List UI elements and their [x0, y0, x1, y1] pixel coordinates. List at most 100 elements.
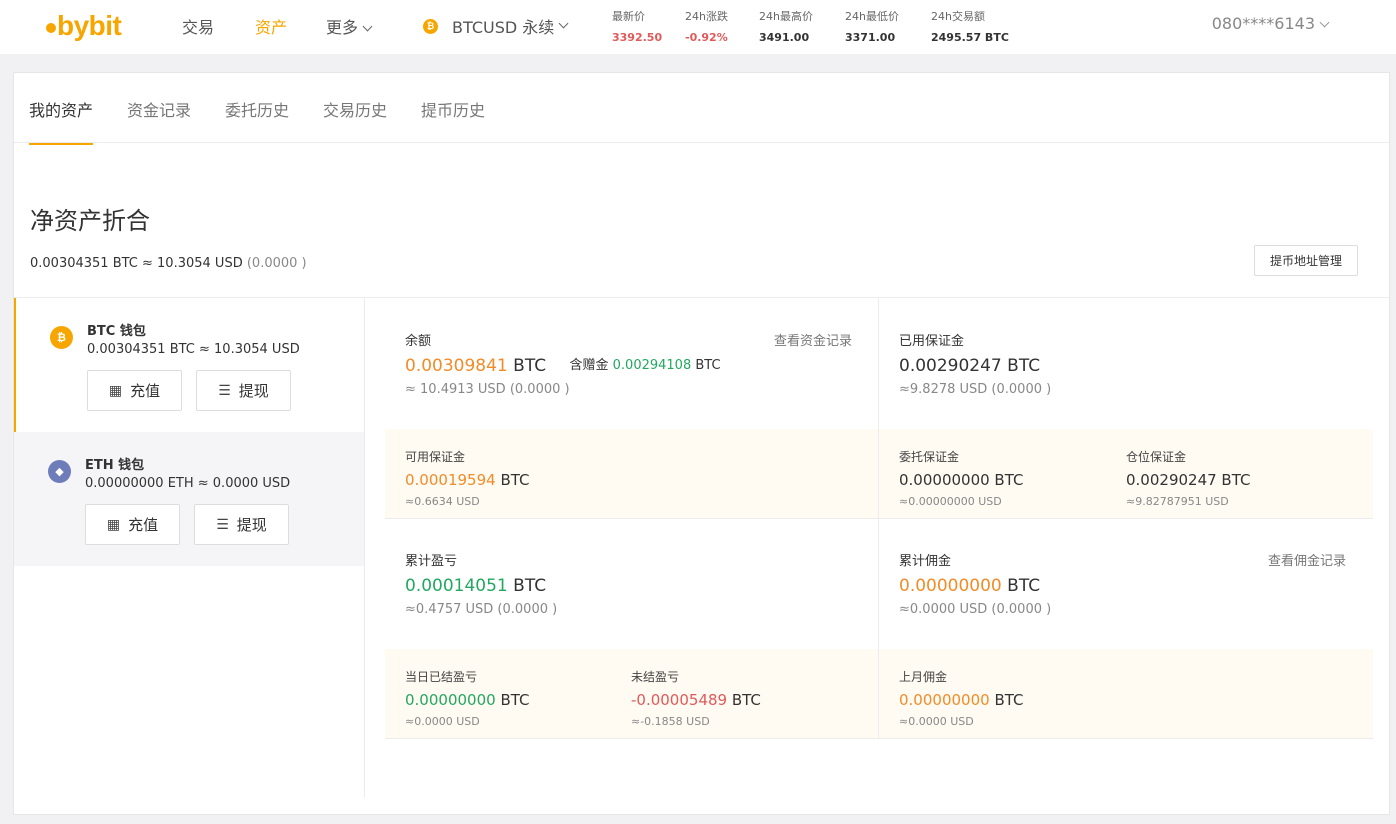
ticker-value: 3491.00 [759, 31, 810, 44]
account-id: 080****6143 [1211, 14, 1315, 33]
ticker-24h-change: 24h涨跌 -0.92% [685, 8, 728, 44]
last-month-commission-amount: 0.00000000 [899, 691, 990, 709]
cumulative-pnl-usd: ≈0.4757 USD (0.0000 ) [405, 602, 558, 617]
cumulative-commission-amount: 0.00000000 [899, 576, 1002, 596]
position-margin-panel: 仓位保证金 0.00290247 BTC ≈9.82787951 USD [1126, 448, 1250, 508]
tab-trade-history[interactable]: 交易历史 [323, 97, 387, 143]
tab-order-history[interactable]: 委托历史 [225, 97, 289, 143]
balance-label: 余额 [405, 334, 432, 349]
unrealized-pnl-unit: BTC [731, 691, 761, 709]
chevron-down-icon [1319, 17, 1330, 28]
btc-coin-icon: ₿ [50, 326, 73, 349]
wallet-name: ETH 钱包 [85, 458, 145, 473]
available-margin-usd: ≈0.6634 USD [405, 495, 480, 508]
chevron-down-icon [362, 21, 373, 32]
withdraw-label: 提现 [236, 516, 267, 534]
ticker-24h-low: 24h最低价 3371.00 [845, 8, 899, 44]
ticker-value: 3371.00 [845, 31, 896, 44]
position-margin-label: 仓位保证金 [1126, 450, 1187, 464]
view-fund-records-link[interactable]: 查看资金记录 [774, 330, 852, 349]
tab-my-assets[interactable]: 我的资产 [29, 97, 94, 145]
tab-fund-records[interactable]: 资金记录 [127, 97, 191, 143]
today-realized-pnl-label: 当日已结盈亏 [405, 670, 478, 684]
withdraw-address-button[interactable]: 提币地址管理 [1254, 245, 1358, 276]
bonus-amount: 0.00294108 [612, 358, 692, 373]
balance-usd: ≈ 10.4913 USD (0.0000 ) [405, 382, 570, 397]
deposit-button[interactable]: ▦ 充值 [87, 370, 182, 411]
bonus-info: 含赠金 0.00294108 BTC [569, 358, 720, 373]
divider [385, 738, 1373, 739]
ticker-label: 24h最低价 [845, 10, 899, 23]
available-margin-amount-row: 0.00019594 BTC [405, 471, 530, 489]
qr-code-icon: ▦ [108, 382, 123, 399]
nav-trade[interactable]: 交易 [182, 14, 214, 38]
deposit-button[interactable]: ▦ 充值 [85, 504, 180, 545]
ticker-value: 3392.50 [612, 31, 663, 44]
order-margin-panel: 委托保证金 0.00000000 BTC ≈0.00000000 USD [899, 448, 1023, 508]
view-commission-records-link[interactable]: 查看佣金记录 [1268, 550, 1346, 569]
ticker-label: 24h最高价 [759, 10, 813, 23]
symbol-selector[interactable]: ₿ BTCUSD 永续 [423, 14, 569, 38]
withdraw-button[interactable]: ☰ 提现 [196, 370, 291, 411]
today-realized-pnl-amount: 0.00000000 [405, 691, 496, 709]
wallet-name: BTC 钱包 [87, 324, 146, 339]
available-margin-panel: 可用保证金 0.00019594 BTC ≈0.6634 USD [405, 448, 530, 508]
unrealized-pnl-panel: 未结盈亏 -0.00005489 BTC ≈-0.1858 USD [631, 668, 761, 728]
bonus-unit: BTC [695, 358, 721, 373]
wallet-item-btc[interactable]: ₿ BTC 钱包 0.00304351 BTC ≈ 10.3054 USD ▦ … [14, 298, 364, 432]
btc-coin-icon: ₿ [423, 18, 438, 34]
nav-assets[interactable]: 资产 [255, 14, 287, 38]
ticker-value: -0.92% [685, 31, 728, 44]
ticker-label: 24h交易额 [931, 10, 985, 23]
deposit-label: 充值 [128, 516, 159, 534]
available-margin-amount: 0.00019594 [405, 471, 496, 489]
cumulative-commission-unit: BTC [1007, 576, 1041, 596]
last-month-commission-label: 上月佣金 [899, 670, 948, 684]
available-margin-unit: BTC [500, 471, 530, 489]
unrealized-pnl-label: 未结盈亏 [631, 670, 680, 684]
ticker-24h-volume: 24h交易额 2495.57 BTC [931, 8, 1009, 44]
tab-withdraw-history[interactable]: 提币历史 [421, 97, 485, 143]
today-realized-pnl-usd: ≈0.0000 USD [405, 715, 480, 728]
cumulative-pnl-label: 累计盈亏 [405, 554, 458, 569]
cumulative-pnl-amount: 0.00014051 [405, 576, 508, 596]
cumulative-pnl-unit: BTC [513, 576, 547, 596]
unrealized-pnl-usd: ≈-0.1858 USD [631, 715, 710, 728]
ticker-24h-high: 24h最高价 3491.00 [759, 8, 813, 44]
wallet-sidebar: ₿ BTC 钱包 0.00304351 BTC ≈ 10.3054 USD ▦ … [14, 298, 365, 798]
cumulative-commission-label: 累计佣金 [899, 554, 952, 569]
last-month-commission-unit: BTC [994, 691, 1024, 709]
assets-card: 我的资产 资金记录 委托历史 交易历史 提币历史 净资产折合 0.0030435… [13, 72, 1390, 815]
used-margin-label: 已用保证金 [899, 334, 965, 349]
unrealized-pnl-amount: -0.00005489 [631, 691, 728, 709]
net-assets-change: (0.0000 ) [246, 256, 307, 271]
cumulative-commission-usd: ≈0.0000 USD (0.0000 ) [899, 602, 1052, 617]
withdraw-button[interactable]: ☰ 提现 [194, 504, 289, 545]
today-realized-pnl-unit: BTC [500, 691, 530, 709]
qr-code-icon: ▦ [106, 516, 121, 533]
wallet-item-eth[interactable]: ◆ ETH 钱包 0.00000000 ETH ≈ 0.0000 USD ▦ 充… [14, 432, 364, 566]
cumulative-pnl-panel: 累计盈亏 0.00014051 BTC ≈0.4757 USD (0.0000 … [405, 550, 557, 617]
bybit-logo[interactable]: bybit [46, 10, 122, 42]
nav-more[interactable]: 更多 [326, 14, 373, 38]
used-margin-usd: ≈9.8278 USD (0.0000 ) [899, 382, 1052, 397]
balance-unit: BTC [513, 356, 547, 376]
top-nav: bybit 交易 资产 更多 ₿ BTCUSD 永续 最新价 3392.50 2… [0, 0, 1396, 54]
balance-amount-row: 0.00309841 BTC 含赠金 0.00294108 BTC [405, 356, 721, 376]
ticker-value: 2495.57 BTC [931, 31, 1009, 44]
list-icon: ☰ [216, 516, 229, 533]
today-realized-pnl-panel: 当日已结盈亏 0.00000000 BTC ≈0.0000 USD [405, 668, 530, 728]
wallet-balance: 0.00000000 ETH ≈ 0.0000 USD [85, 476, 291, 491]
today-realized-pnl-amount-row: 0.00000000 BTC [405, 691, 530, 709]
account-menu[interactable]: 080****6143 [1211, 14, 1330, 33]
position-margin-usd: ≈9.82787951 USD [1126, 495, 1229, 508]
eth-coin-icon: ◆ [48, 460, 71, 483]
cumulative-pnl-amount-row: 0.00014051 BTC [405, 576, 557, 596]
position-margin-amount: 0.00290247 BTC [1126, 471, 1251, 489]
available-margin-label: 可用保证金 [405, 450, 466, 464]
symbol-label: BTCUSD 永续 [452, 18, 555, 37]
ticker-last-price: 最新价 3392.50 [612, 8, 662, 44]
ticker-label: 最新价 [612, 10, 645, 23]
used-margin-amount: 0.00290247 BTC [899, 356, 1041, 376]
bonus-label: 含赠金 [569, 358, 609, 373]
